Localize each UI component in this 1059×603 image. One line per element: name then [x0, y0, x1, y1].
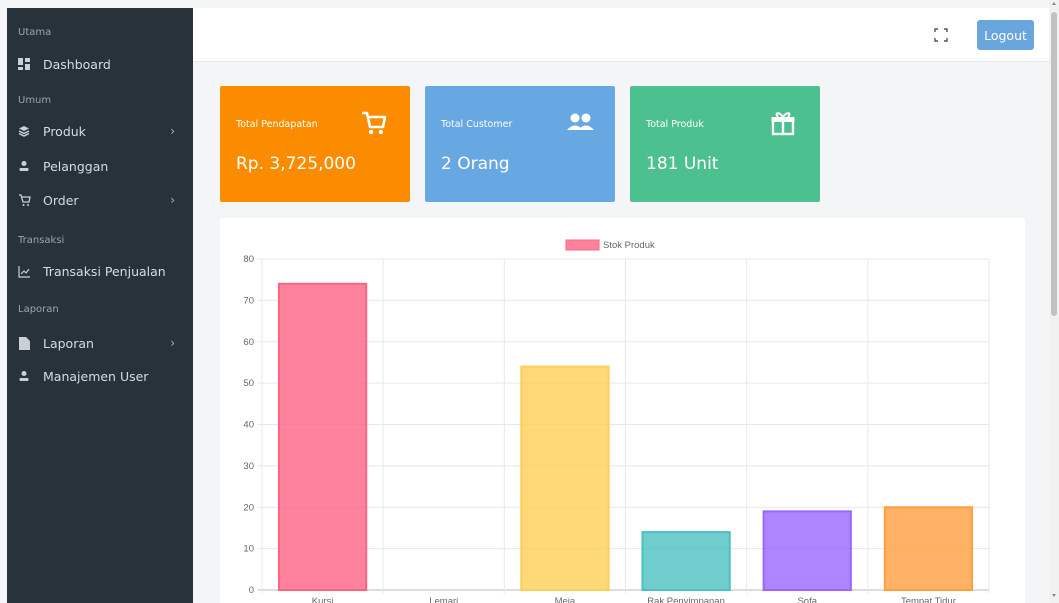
page-scrollbar[interactable]: [1049, 0, 1059, 603]
scroll-down-icon[interactable]: [1052, 594, 1056, 597]
sidebar-item-label: Laporan: [43, 335, 94, 351]
gift-icon: [770, 110, 798, 136]
x-tick-label: Lemari: [429, 596, 458, 603]
sidebar-section-transaksi: Transaksi: [18, 235, 65, 246]
bar-rak-penyimpanan: [641, 531, 731, 592]
cart-icon: [17, 193, 31, 207]
x-tick-label: Meja: [555, 596, 576, 603]
sidebar-item-produk[interactable]: Produk ›: [7, 120, 193, 142]
sidebar-item-transaksi-penjualan[interactable]: Transaksi Penjualan: [7, 260, 193, 282]
sidebar-item-label: Transaksi Penjualan: [43, 263, 166, 279]
user-icon: [17, 159, 31, 173]
users-icon: [565, 110, 594, 136]
sidebar-section-umum: Umum: [18, 95, 52, 106]
card-title: Total Customer: [441, 119, 513, 130]
card-value: Rp. 3,725,000: [236, 154, 356, 174]
y-tick-label: 40: [243, 420, 254, 431]
dashboard-icon: [17, 57, 31, 71]
stat-card-produk: Total Produk 181 Unit: [630, 86, 820, 202]
stock-chart-panel: 0 10 20 30 40 50 60 70 80 Kursi Lemari Meja Rak Peny…: [220, 218, 1025, 603]
sidebar-item-laporan[interactable]: Laporan ›: [7, 332, 193, 354]
stat-card-pendapatan: Total Pendapatan Rp. 3,725,000: [220, 86, 410, 202]
legend-swatch: [565, 239, 600, 251]
card-title: Total Pendapatan: [236, 119, 318, 130]
chevron-right-icon: ›: [170, 336, 175, 350]
top-navbar: Logout: [193, 8, 1049, 62]
sidebar-item-pelanggan[interactable]: Pelanggan: [7, 155, 193, 177]
y-tick-label: 50: [243, 378, 254, 389]
x-tick-label: Sofa: [797, 596, 817, 603]
sidebar-item-order[interactable]: Order ›: [7, 189, 193, 211]
legend-label: Stok Produk: [603, 240, 655, 251]
bar-meja: [520, 365, 610, 591]
x-tick-label: Kursi: [312, 596, 334, 603]
sidebar-item-label: Produk: [43, 123, 86, 139]
user-icon: [17, 369, 31, 383]
stat-card-customer: Total Customer 2 Orang: [425, 86, 615, 202]
x-tick-label: Rak Penyimpanan: [647, 596, 725, 603]
line-chart-icon: [17, 264, 31, 278]
y-tick-label: 80: [243, 254, 254, 265]
y-tick-label: 10: [243, 544, 254, 555]
layers-icon: [17, 124, 31, 138]
card-title: Total Produk: [646, 119, 704, 130]
x-tick-label: Tempat Tidur: [901, 596, 956, 603]
card-value: 181 Unit: [646, 154, 719, 174]
card-value: 2 Orang: [441, 154, 510, 174]
scroll-up-icon[interactable]: [1052, 2, 1056, 5]
bar-kursi: [277, 282, 368, 591]
sidebar-item-label: Manajemen User: [43, 368, 149, 384]
y-tick-label: 60: [243, 337, 254, 348]
stock-bar-chart: 0 10 20 30 40 50 60 70 80 Kursi Lemari Meja Rak Peny…: [243, 239, 990, 603]
bar-sofa: [762, 510, 852, 592]
chevron-right-icon: ›: [170, 193, 175, 207]
chevron-right-icon: ›: [170, 124, 175, 138]
y-tick-label: 20: [243, 502, 254, 513]
bar-tempat-tidur: [883, 506, 974, 591]
sidebar-item-dashboard[interactable]: Dashboard: [7, 53, 193, 75]
scrollbar-thumb[interactable]: [1051, 12, 1057, 316]
sidebar-section-laporan: Laporan: [18, 304, 59, 315]
file-icon: [17, 336, 31, 350]
fullscreen-icon[interactable]: [934, 28, 948, 42]
sidebar: Utama Dashboard Umum Produk › Pelanggan …: [7, 8, 193, 603]
y-tick-label: 0: [249, 585, 254, 596]
y-tick-label: 30: [243, 461, 254, 472]
sidebar-section-utama: Utama: [18, 27, 52, 38]
y-tick-label: 70: [243, 295, 254, 306]
sidebar-item-label: Order: [43, 192, 79, 208]
sidebar-item-label: Dashboard: [43, 56, 111, 72]
sidebar-item-label: Pelanggan: [43, 158, 109, 174]
cart-icon: [360, 110, 388, 136]
logout-button[interactable]: Logout: [977, 20, 1034, 50]
sidebar-item-manajemen-user[interactable]: Manajemen User: [7, 365, 193, 387]
